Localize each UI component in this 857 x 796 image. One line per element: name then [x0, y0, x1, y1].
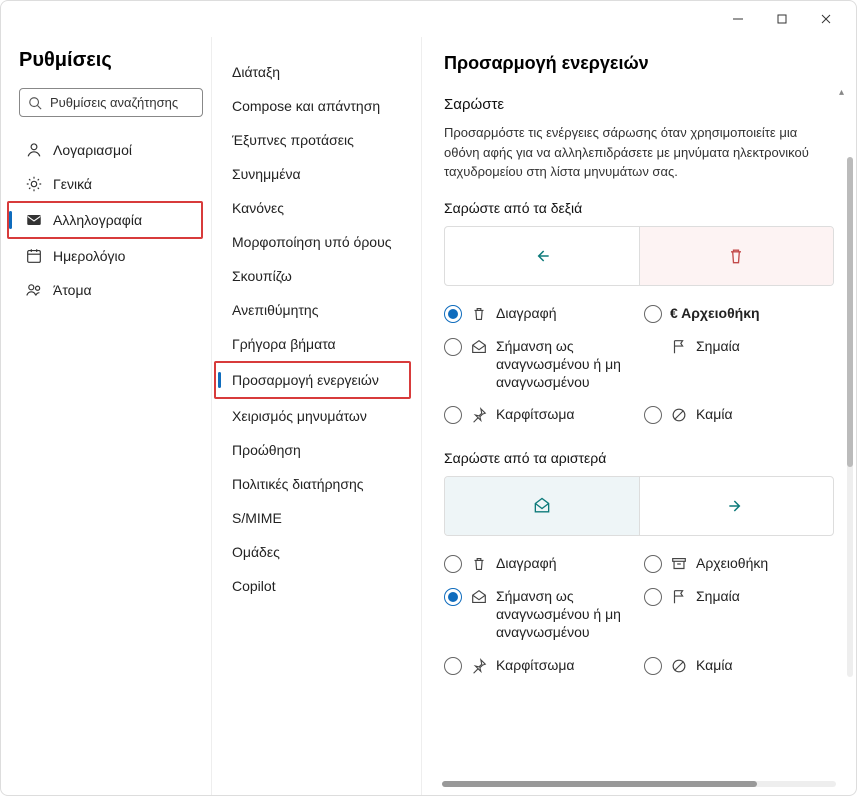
settings-left-panel: Ρυθμίσεις Ρυθμίσεις αναζήτησης Λογαριασμ… — [1, 37, 211, 795]
option-markread-left[interactable]: Σήμανση ως αναγνωσμένου ή μη αναγνωσμένο… — [444, 587, 634, 642]
settings-content-panel: Προσαρμογή ενεργειών ▴ Σαρώστε Προσαρμόσ… — [421, 37, 856, 795]
radio-icon — [444, 657, 462, 675]
mid-item-groups[interactable]: Ομάδες — [228, 535, 411, 569]
mid-item-junk[interactable]: Ανεπιθύμητης — [228, 293, 411, 327]
option-none-left[interactable]: Καμία — [644, 656, 834, 675]
swipe-left-preview — [444, 476, 834, 536]
search-icon — [28, 96, 42, 110]
search-placeholder: Ρυθμίσεις αναζήτησης — [50, 95, 178, 110]
preview-delete — [639, 227, 834, 285]
mid-item-rules[interactable]: Κανόνες — [228, 191, 411, 225]
preview-markread — [445, 477, 639, 535]
option-markread[interactable]: Σήμανση ως αναγνωσμένου ή μη αναγνωσμένο… — [444, 337, 634, 392]
content-heading: Προσαρμογή ενεργειών — [444, 53, 834, 74]
radio-icon — [644, 305, 662, 323]
option-pin-left[interactable]: Καρφίτσωμα — [444, 656, 634, 675]
radio-icon — [644, 555, 662, 573]
radio-icon — [644, 406, 662, 424]
nav-item-calendar[interactable]: Ημερολόγιο — [19, 239, 203, 273]
window-maximize-button[interactable] — [760, 4, 804, 34]
option-delete[interactable]: Διαγραφή — [444, 304, 634, 323]
nav-item-accounts[interactable]: Λογαριασμοί — [19, 133, 203, 167]
swipe-section-desc: Προσαρμόστε τις ενέργειες σάρωσης όταν χ… — [444, 123, 834, 182]
nav-item-mail[interactable]: Αλληλογραφία — [19, 203, 201, 237]
mid-item-customize-actions[interactable]: Προσαρμογή ενεργειών — [228, 363, 409, 397]
mid-item-forwarding[interactable]: Προώθηση — [228, 433, 411, 467]
swipe-left-options: Διαγραφή Αρχειοθήκη Σήμανση ως αναγνωσμέ… — [444, 554, 834, 675]
window-close-button[interactable] — [804, 4, 848, 34]
mid-item-smart[interactable]: Έξυπνες προτάσεις — [228, 123, 411, 157]
swipe-left-title: Σαρώστε από τα αριστερά — [444, 450, 834, 466]
preview-arrow-right — [639, 477, 834, 535]
radio-icon — [444, 555, 462, 573]
preview-arrow-left — [445, 227, 639, 285]
mid-item-retention[interactable]: Πολιτικές διατήρησης — [228, 467, 411, 501]
mid-item-attachments[interactable]: Συνημμένα — [228, 157, 411, 191]
none-icon — [670, 406, 688, 424]
swipe-right-title: Σαρώστε από τα δεξιά — [444, 200, 834, 216]
pin-icon — [470, 406, 488, 424]
flag-icon — [670, 338, 688, 356]
none-icon — [670, 657, 688, 675]
pin-icon — [470, 657, 488, 675]
envelope-open-icon — [470, 338, 488, 356]
flag-icon — [670, 588, 688, 606]
nav-label: Ημερολόγιο — [53, 248, 125, 264]
option-archive-left[interactable]: Αρχειοθήκη — [644, 554, 834, 573]
mid-item-conditional[interactable]: Μορφοποίηση υπό όρους — [228, 225, 411, 259]
option-pin[interactable]: Καρφίτσωμα — [444, 405, 634, 424]
radio-icon — [444, 305, 462, 323]
mid-item-smime[interactable]: S/MIME — [228, 501, 411, 535]
gear-icon — [25, 175, 43, 193]
nav-item-general[interactable]: Γενικά — [19, 167, 203, 201]
nav-label: Αλληλογραφία — [53, 212, 142, 228]
window-minimize-button[interactable] — [716, 4, 760, 34]
archive-icon — [670, 555, 688, 573]
option-archive[interactable]: € Αρχειοθήκη — [644, 304, 834, 323]
nav-item-people[interactable]: Άτομα — [19, 273, 203, 307]
mail-icon — [25, 211, 43, 229]
nav-label: Λογαριασμοί — [53, 142, 132, 158]
scrollbar-thumb[interactable] — [442, 781, 757, 787]
settings-title: Ρυθμίσεις — [19, 49, 203, 72]
envelope-open-icon — [470, 588, 488, 606]
swipe-right-preview — [444, 226, 834, 286]
mid-item-copilot[interactable]: Copilot — [228, 569, 411, 603]
mid-item-layout[interactable]: Διάταξη — [228, 55, 411, 89]
radio-icon — [644, 657, 662, 675]
calendar-icon — [25, 247, 43, 265]
option-flag[interactable]: Σημαία — [644, 337, 834, 356]
window-titlebar — [1, 1, 856, 37]
nav-label: Άτομα — [53, 282, 92, 298]
collapse-caret-icon[interactable]: ▴ — [839, 87, 844, 98]
trash-icon — [470, 305, 488, 323]
person-icon — [25, 141, 43, 159]
people-icon — [25, 281, 43, 299]
option-flag-left[interactable]: Σημαία — [644, 587, 834, 606]
settings-search-input[interactable]: Ρυθμίσεις αναζήτησης — [19, 88, 203, 117]
settings-mid-panel: Διάταξη Compose και απάντηση Έξυπνες προ… — [211, 37, 421, 795]
swipe-section-title: Σαρώστε — [444, 96, 834, 113]
scrollbar-thumb[interactable] — [847, 157, 853, 467]
swipe-right-options: Διαγραφή € Αρχειοθήκη Σήμανση ως αναγνωσ… — [444, 304, 834, 425]
radio-icon — [444, 588, 462, 606]
radio-icon — [444, 338, 462, 356]
mid-item-quicksteps[interactable]: Γρήγορα βήματα — [228, 327, 411, 361]
mid-item-compose[interactable]: Compose και απάντηση — [228, 89, 411, 123]
nav-label: Γενικά — [53, 176, 92, 192]
mid-item-sweep[interactable]: Σκουπίζω — [228, 259, 411, 293]
vertical-scrollbar[interactable] — [847, 157, 853, 677]
option-delete-left[interactable]: Διαγραφή — [444, 554, 634, 573]
option-none[interactable]: Καμία — [644, 405, 834, 424]
mid-item-msg-handling[interactable]: Χειρισμός μηνυμάτων — [228, 399, 411, 433]
radio-icon — [644, 588, 662, 606]
radio-icon — [444, 406, 462, 424]
trash-icon — [470, 555, 488, 573]
horizontal-scrollbar[interactable] — [442, 779, 836, 787]
